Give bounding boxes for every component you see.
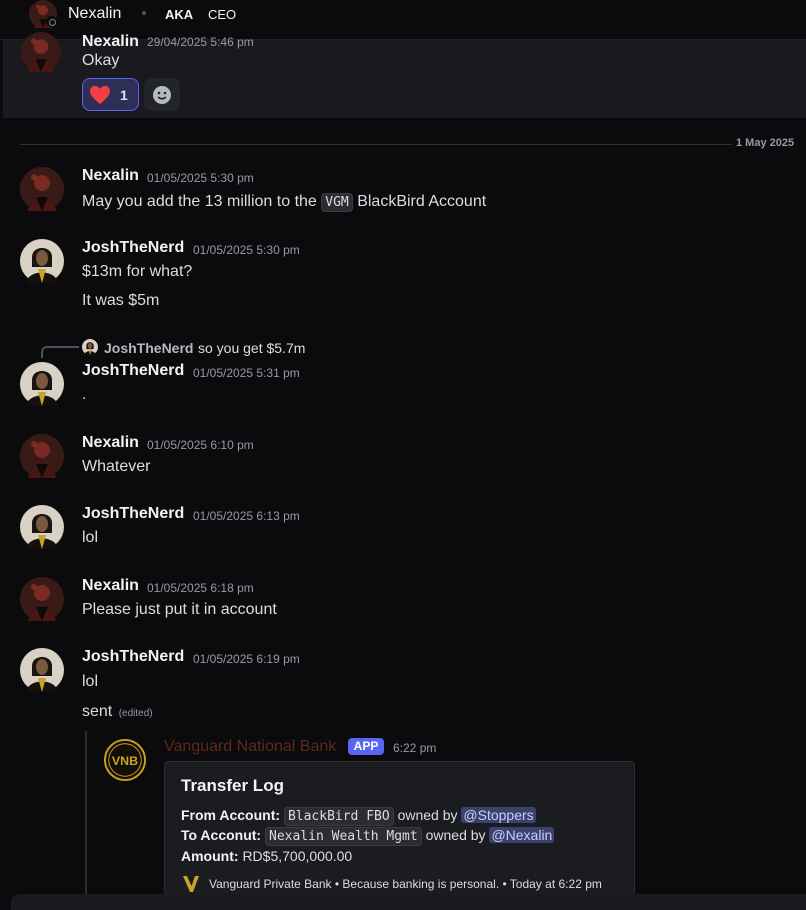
avatar[interactable] [21, 32, 61, 72]
message-timestamp: 01/05/2025 6:13 pm [193, 509, 300, 523]
avatar[interactable] [20, 648, 64, 692]
message-text-part: sent [82, 703, 113, 720]
thread-rail [85, 731, 87, 901]
field-label: From Account: [181, 807, 281, 823]
field-text: owned by [425, 827, 486, 843]
inline-code: Nexalin Wealth Mgmt [265, 827, 422, 846]
user-mention[interactable]: @Stoppers [461, 807, 536, 823]
inline-code: BlackBird FBO [283, 807, 394, 826]
message-text: lol [82, 673, 99, 690]
message-timestamp: 01/05/2025 6:18 pm [147, 581, 254, 595]
message-text-part: BlackBird Account [357, 193, 487, 210]
message-text: lol [82, 529, 99, 546]
heart-reaction-button[interactable]: 1 [82, 78, 139, 111]
field-label: Amount: [181, 848, 239, 864]
message-timestamp: 01/05/2025 6:10 pm [147, 438, 254, 452]
vanguard-logo-icon [183, 876, 199, 892]
field-text: owned by [397, 807, 458, 823]
message-author[interactable]: Nexalin [82, 167, 139, 185]
bot-author[interactable]: Vanguard National Bank [164, 738, 336, 756]
edited-label: (edited) [118, 708, 153, 719]
message-author[interactable]: Nexalin [82, 33, 139, 51]
message-composer[interactable] [11, 894, 806, 910]
message-author[interactable]: Nexalin [82, 577, 139, 595]
message-author[interactable]: JoshTheNerd [82, 362, 184, 380]
header-name[interactable]: Nexalin [68, 5, 121, 23]
embed-to-field: To Acconut: Nexalin Wealth Mgmt owned by… [181, 827, 555, 846]
message-author[interactable]: JoshTheNerd [82, 239, 184, 257]
reply-connector [41, 346, 79, 358]
app-badge: APP [348, 738, 384, 755]
message-timestamp: 6:22 pm [393, 741, 437, 755]
reply-preview-text[interactable]: so you get $5.7m [198, 340, 305, 356]
header-separator [142, 11, 146, 15]
inline-code: VGM [321, 193, 353, 212]
message-text: Okay [82, 52, 120, 69]
field-label: To Acconut: [181, 827, 262, 843]
message-text: Please just put it in account [82, 601, 277, 618]
message-timestamp: 01/05/2025 5:31 pm [193, 366, 300, 380]
message-timestamp: 29/04/2025 5:46 pm [147, 35, 254, 49]
message-text: It was $5m [82, 292, 160, 309]
transfer-embed: Transfer Log From Account: BlackBird FBO… [164, 761, 635, 896]
avatar[interactable] [20, 434, 64, 478]
field-text: RD$5,700,000.00 [242, 848, 353, 864]
message-text: sent (edited) [82, 703, 153, 721]
embed-from-field: From Account: BlackBird FBO owned by @St… [181, 807, 536, 826]
avatar[interactable] [20, 505, 64, 549]
message-text: $13m for what? [82, 263, 193, 280]
avatar[interactable] [20, 167, 64, 211]
header-tag: AKA [165, 7, 194, 22]
message-author[interactable]: JoshTheNerd [82, 505, 184, 523]
bot-logo-text: VNB [112, 754, 138, 768]
message-text: . [82, 386, 87, 403]
message-text: May you add the 13 million to the VGM Bl… [82, 193, 487, 212]
smiley-icon [153, 85, 171, 104]
avatar[interactable] [20, 239, 64, 283]
message-timestamp: 01/05/2025 6:19 pm [193, 652, 300, 666]
footer-text: Vanguard Private Bank • Because banking … [209, 877, 602, 891]
date-divider [20, 144, 732, 145]
offline-status-icon [46, 16, 57, 27]
embed-amount-field: Amount: RD$5,700,000.00 [181, 848, 352, 864]
embed-title: Transfer Log [181, 776, 284, 795]
reaction-count: 1 [120, 86, 128, 103]
message-timestamp: 01/05/2025 5:30 pm [147, 171, 254, 185]
header-role: CEO [208, 7, 237, 22]
message-timestamp: 01/05/2025 5:30 pm [193, 243, 300, 257]
avatar[interactable] [20, 577, 64, 621]
message-text-part: May you add the 13 million to the [82, 193, 317, 210]
add-reaction-button[interactable] [144, 78, 180, 111]
message-author[interactable]: JoshTheNerd [82, 648, 184, 666]
embed-footer: Vanguard Private Bank • Because banking … [181, 875, 602, 893]
user-mention[interactable]: @Nexalin [489, 827, 555, 843]
heart-emoji-icon [90, 85, 110, 104]
message-text: Whatever [82, 458, 151, 475]
bot-avatar[interactable]: VNB [104, 739, 146, 781]
previous-message: Nexalin 29/04/2025 5:46 pm Okay 1 [3, 40, 806, 118]
reply-author[interactable]: JoshTheNerd [104, 340, 193, 356]
date-divider-label: 1 May 2025 [736, 137, 795, 149]
avatar[interactable] [20, 362, 64, 406]
reply-avatar[interactable] [82, 339, 98, 355]
message-author[interactable]: Nexalin [82, 434, 139, 452]
